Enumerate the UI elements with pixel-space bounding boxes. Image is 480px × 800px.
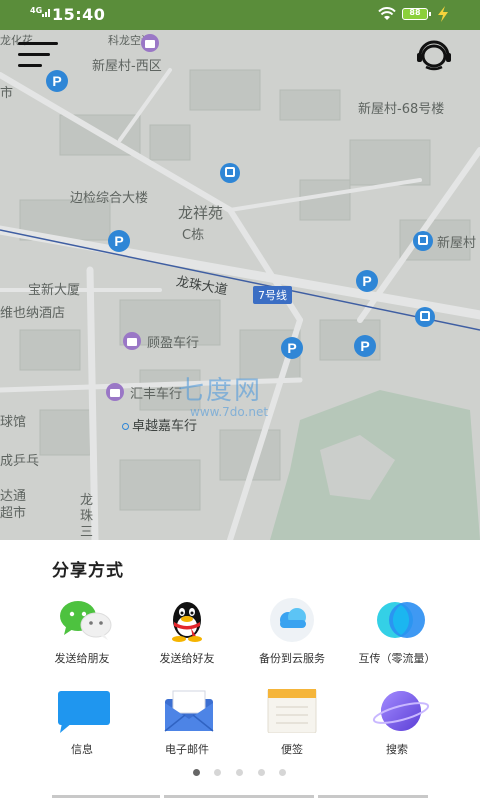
share-option-label: 搜索 bbox=[386, 743, 408, 756]
metro-station-icon[interactable] bbox=[413, 231, 433, 251]
bus-stop-icon[interactable] bbox=[415, 307, 435, 327]
bus-stop-icon[interactable] bbox=[220, 163, 240, 183]
note-icon bbox=[266, 688, 318, 734]
status-time: 15:40 bbox=[52, 5, 106, 24]
tab-strip-segment bbox=[52, 795, 160, 798]
share-sheet-title: 分享方式 bbox=[52, 561, 124, 581]
parking-icon[interactable]: P bbox=[354, 335, 376, 357]
battery-icon: 88 bbox=[402, 8, 431, 20]
email-icon bbox=[161, 689, 214, 733]
tab-strip-segment bbox=[164, 795, 314, 798]
status-bar: 4G 15:40 88 bbox=[0, 0, 480, 30]
map-label: 新屋村-西区 bbox=[92, 59, 162, 74]
share-option-cloud[interactable]: 备份到云服务 bbox=[232, 598, 352, 666]
share-option-label: 便签 bbox=[281, 743, 303, 756]
shop-icon[interactable] bbox=[106, 383, 124, 401]
share-option-transfer[interactable]: 互传（零流量） bbox=[337, 598, 457, 666]
map-label: 顾盈车行 bbox=[147, 336, 200, 351]
metro-line-badge: 7号线 bbox=[253, 286, 292, 304]
map-label: 成乒乓 bbox=[0, 454, 40, 469]
share-option-qq[interactable]: 发送给好友 bbox=[127, 598, 247, 666]
network-indicator: 4G bbox=[30, 6, 50, 17]
map-view[interactable]: 龙化花 科龙空调 新屋村-西区 市 P 新屋村-68号楼 边检综合大楼 龙祥苑 … bbox=[0, 30, 480, 540]
watermark-url: www.7do.net bbox=[190, 405, 269, 419]
page-dot[interactable] bbox=[279, 769, 286, 776]
page-dot[interactable] bbox=[258, 769, 265, 776]
share-option-label: 电子邮件 bbox=[165, 743, 209, 756]
map-label: 汇丰车行 bbox=[130, 387, 183, 402]
network-type: 4G bbox=[30, 6, 43, 15]
map-label: 超市 bbox=[0, 506, 27, 521]
map-label: 宝新大厦 bbox=[28, 283, 81, 298]
share-option-search[interactable]: 搜索 bbox=[337, 689, 457, 757]
map-label: 边检综合大楼 bbox=[70, 191, 149, 206]
map-label: 新屋村 bbox=[437, 236, 477, 251]
signal-icon bbox=[42, 9, 50, 17]
map-label: 维也纳酒店 bbox=[0, 306, 66, 321]
menu-button[interactable] bbox=[18, 40, 60, 70]
page-dot[interactable] bbox=[214, 769, 221, 776]
share-option-email[interactable]: 电子邮件 bbox=[127, 689, 247, 757]
share-option-wechat[interactable]: 发送给朋友 bbox=[22, 598, 142, 666]
share-option-label: 发送给朋友 bbox=[54, 652, 110, 665]
bottom-tab-strip bbox=[0, 795, 480, 800]
share-option-message[interactable]: 信息 bbox=[22, 689, 142, 757]
share-sheet: 分享方式 发送给朋友 发送给好友 备份到云服务 互传（零流量） 信息 电子邮件 … bbox=[0, 540, 480, 800]
message-icon bbox=[56, 689, 110, 733]
search-planet-icon bbox=[371, 689, 430, 733]
cloud-icon bbox=[266, 598, 318, 642]
watermark-name: 七度网 bbox=[178, 376, 263, 406]
parking-icon[interactable]: P bbox=[356, 270, 378, 292]
map-label: C栋 bbox=[182, 228, 205, 243]
location-dot-icon bbox=[122, 423, 129, 430]
wechat-icon bbox=[56, 598, 112, 642]
shop-icon[interactable] bbox=[141, 34, 159, 52]
share-option-label: 发送给好友 bbox=[159, 652, 215, 665]
parking-icon[interactable]: P bbox=[108, 230, 130, 252]
map-label: 市 bbox=[0, 86, 14, 101]
watermark: 七度网 www.7do.net bbox=[178, 370, 268, 419]
parking-icon[interactable]: P bbox=[46, 70, 68, 92]
page-indicator bbox=[190, 769, 290, 777]
qq-icon bbox=[161, 598, 213, 642]
share-option-note[interactable]: 便签 bbox=[232, 688, 352, 757]
map-label-text: 卓越嘉车行 bbox=[132, 419, 198, 434]
map-label: 球馆 bbox=[0, 415, 27, 430]
page-dot-active[interactable] bbox=[193, 769, 200, 776]
share-option-label: 备份到云服务 bbox=[259, 652, 325, 665]
page-dot[interactable] bbox=[236, 769, 243, 776]
shop-icon[interactable] bbox=[123, 332, 141, 350]
share-option-label: 信息 bbox=[71, 743, 93, 756]
charging-icon bbox=[438, 6, 448, 22]
customer-service-icon[interactable] bbox=[412, 38, 456, 74]
road-label: 龙珠三 bbox=[80, 493, 94, 540]
map-label: 新屋村-68号楼 bbox=[358, 102, 445, 117]
menu-line bbox=[18, 42, 58, 45]
map-label: 龙祥苑 bbox=[178, 204, 224, 222]
battery-level: 88 bbox=[409, 8, 421, 17]
menu-line bbox=[18, 53, 50, 56]
transfer-icon bbox=[371, 598, 425, 642]
menu-line bbox=[18, 64, 42, 67]
wifi-icon bbox=[378, 7, 396, 20]
share-option-label: 互传（零流量） bbox=[358, 652, 436, 665]
tab-strip-segment bbox=[318, 795, 428, 798]
parking-icon[interactable]: P bbox=[281, 337, 303, 359]
